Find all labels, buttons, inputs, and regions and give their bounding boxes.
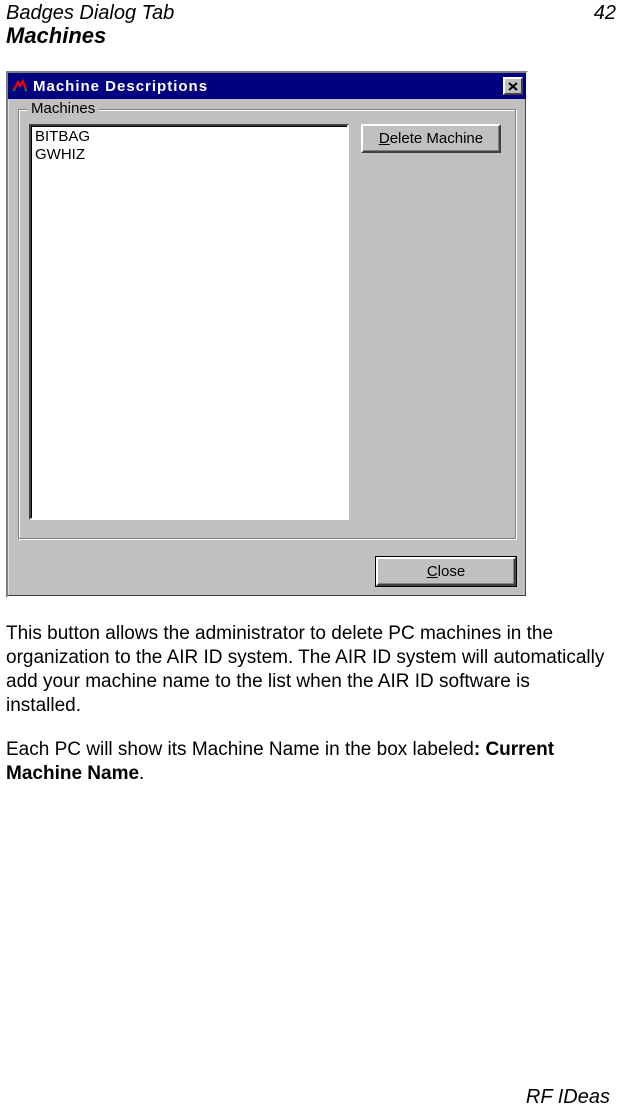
machines-listbox[interactable]: BITBAG GWHIZ bbox=[29, 124, 349, 520]
paragraph: Each PC will show its Machine Name in th… bbox=[6, 738, 606, 786]
list-item[interactable]: GWHIZ bbox=[35, 146, 343, 164]
list-item[interactable]: BITBAG bbox=[35, 128, 343, 146]
titlebar: Machine Descriptions bbox=[8, 73, 526, 99]
delete-machine-button[interactable]: Delete Machine bbox=[361, 124, 501, 153]
section-title: Machines bbox=[6, 23, 616, 49]
dialog-title: Machine Descriptions bbox=[33, 78, 503, 95]
machines-groupbox: Machines BITBAG GWHIZ Delete Machine bbox=[18, 109, 516, 539]
close-icon[interactable] bbox=[503, 77, 523, 95]
body-text: This button allows the administrator to … bbox=[6, 622, 606, 786]
close-button[interactable]: Close bbox=[376, 557, 516, 586]
paragraph: This button allows the administrator to … bbox=[6, 622, 606, 718]
header-left: Badges Dialog Tab bbox=[6, 2, 174, 25]
groupbox-label: Machines bbox=[27, 100, 99, 117]
page-number: 42 bbox=[594, 2, 616, 25]
app-icon bbox=[11, 77, 29, 95]
footer: RF IDeas bbox=[526, 1086, 610, 1109]
machine-descriptions-dialog: Machine Descriptions Machines BITBAG GWH… bbox=[6, 71, 528, 598]
